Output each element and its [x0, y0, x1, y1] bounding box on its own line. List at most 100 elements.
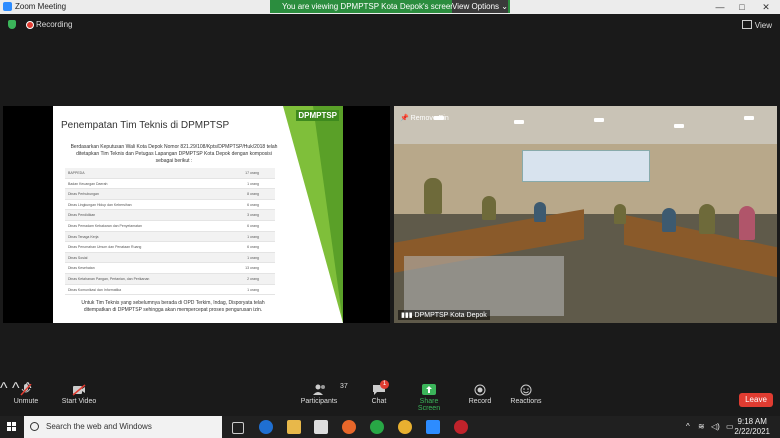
row-value: 8 orang: [247, 192, 259, 197]
unmute-button[interactable]: Unmute: [12, 383, 40, 405]
participants-icon: 37: [312, 383, 348, 395]
record-app-icon[interactable]: [454, 420, 468, 434]
row-value: 6 orang: [247, 223, 259, 228]
whatsapp-icon[interactable]: [370, 420, 384, 434]
zoom-taskbar-icon[interactable]: [426, 420, 440, 434]
wifi-icon[interactable]: ≋: [698, 422, 705, 431]
slide-table: BAPPEDA 17 orang Badan Keuangan Daerah 1 o…: [65, 168, 275, 296]
reactions-label: Reactions: [510, 398, 542, 405]
row-name: Badan Keuangan Daerah: [68, 181, 108, 186]
chat-icon: 1: [372, 380, 389, 395]
table-row: Dinas Komunikasi dan Informatika 1 orang: [65, 285, 275, 296]
slide-green-stripe-dark: [313, 106, 343, 323]
leave-button[interactable]: Leave: [739, 393, 773, 407]
row-name: Dinas Tenaga Kerja: [68, 234, 99, 239]
slide-footer: Untuk Tim Teknis yang sebelumnya berada …: [81, 300, 265, 313]
participants-button[interactable]: 37 Participants: [299, 383, 348, 405]
view-button[interactable]: View: [741, 20, 772, 30]
slide-title: Penempatan Tim Teknis di DPMPTSP: [61, 120, 230, 131]
battery-icon[interactable]: ▭: [726, 422, 734, 431]
participant-person: [739, 206, 755, 240]
meeting-topbar: Recording View: [0, 14, 780, 34]
screen-share-banner: You are viewing DPMPTSP Kota Depok's scr…: [270, 0, 510, 13]
row-name: Dinas Perhubungan: [68, 192, 99, 197]
chat-button[interactable]: 1 Chat: [368, 380, 390, 405]
participant-person: [662, 208, 676, 232]
recording-icon: [26, 21, 34, 29]
start-button[interactable]: [0, 416, 24, 438]
taskbar-search-box[interactable]: Search the web and Windows: [24, 416, 222, 438]
meeting-room-banner: [522, 150, 650, 182]
table-row: Dinas Pendidikan 3 orang: [65, 210, 275, 221]
row-value: 1 orang: [247, 287, 259, 292]
task-view-icon[interactable]: [232, 422, 244, 434]
row-value: 3 orang: [247, 213, 259, 218]
row-name: Dinas Lingkungan Hidup dan Kebersihan: [68, 202, 132, 207]
participant-video-tile[interactable]: 📌 Remove Pin ▮▮▮ DPMPTSP Kota Depok: [394, 106, 777, 323]
row-value: 2 orang: [247, 276, 259, 281]
audio-options-chevron-icon[interactable]: ^: [0, 380, 8, 397]
row-name: Dinas Komunikasi dan Informatika: [68, 287, 122, 292]
shared-screen-tile: DPMPTSP Penempatan Tim Teknis di DPMPTSP…: [3, 106, 390, 323]
signal-icon: ▮▮▮: [401, 312, 413, 319]
remove-pin-button[interactable]: 📌 Remove Pin: [400, 114, 449, 122]
clock-date: 2/22/2021: [734, 427, 770, 436]
ceiling-light: [514, 120, 524, 124]
smiley-icon: [519, 384, 533, 396]
taskbar-clock[interactable]: 9:18 AM 2/22/2021: [734, 417, 770, 437]
tray-chevron-icon[interactable]: ^: [686, 422, 690, 431]
participant-name: DPMPTSP Kota Depok: [414, 312, 487, 319]
microphone-muted-icon: [19, 383, 33, 396]
participant-name-label: ▮▮▮ DPMPTSP Kota Depok: [398, 310, 490, 320]
row-name: Dinas Pendidikan: [68, 213, 96, 218]
close-button[interactable]: ✕: [755, 0, 777, 14]
start-video-button[interactable]: Start Video: [60, 384, 98, 405]
chrome-icon[interactable]: [398, 420, 412, 434]
table-row: Dinas Perumahan Umum dan Penataan Ruang 6…: [65, 242, 275, 253]
zoom-app-icon: [3, 2, 12, 11]
record-icon: [473, 384, 487, 396]
security-shield-icon[interactable]: [8, 20, 16, 29]
meeting-toolbar: Unmute ^ Start Video ^ 37 Participants ^…: [0, 380, 780, 416]
presentation-slide: DPMPTSP Penempatan Tim Teknis di DPMPTSP…: [53, 106, 343, 323]
row-value: 13 orang: [245, 266, 259, 271]
firefox-icon[interactable]: [342, 420, 356, 434]
chairs: [404, 256, 564, 316]
file-explorer-icon[interactable]: [287, 420, 301, 434]
participant-person: [534, 202, 546, 222]
windows-logo-icon: [7, 422, 17, 432]
table-row: Dinas Sosial 1 orang: [65, 252, 275, 264]
table-row: Dinas Tenaga Kerja 1 orang: [65, 231, 275, 243]
table-row: Dinas Perhubungan 8 orang: [65, 189, 275, 200]
record-button[interactable]: Record: [468, 384, 492, 405]
row-value: 1 orang: [247, 255, 259, 260]
video-off-icon: [72, 384, 86, 396]
view-options-button[interactable]: View Options ⌄: [452, 0, 508, 13]
share-screen-label: Share Screen: [417, 398, 441, 412]
participant-person: [699, 204, 715, 234]
row-value: 17 orang: [245, 171, 259, 175]
unmute-label: Unmute: [13, 398, 39, 405]
minimize-button[interactable]: —: [709, 0, 731, 14]
row-name: Dinas Perumahan Umum dan Penataan Ruang: [68, 245, 142, 250]
maximize-button[interactable]: □: [731, 0, 753, 14]
dpmptsp-logo: DPMPTSP: [296, 110, 339, 121]
start-video-label: Start Video: [61, 398, 97, 405]
reactions-button[interactable]: Reactions: [510, 384, 542, 405]
windows-taskbar: Search the web and Windows ^ ≋ ◁) ▭ 9:18…: [0, 416, 780, 438]
row-name: Dinas Kesehatan: [68, 266, 95, 271]
row-value: 6 orang: [247, 202, 259, 207]
table-row: Dinas Lingkungan Hidup dan Kebersihan 6 o…: [65, 200, 275, 211]
volume-icon[interactable]: ◁): [711, 422, 720, 431]
edge-browser-icon[interactable]: [259, 420, 273, 434]
recording-label: Recording: [36, 20, 73, 29]
table-row: BAPPEDA 17 orang: [65, 168, 275, 179]
row-name: BAPPEDA: [68, 171, 85, 175]
participant-person: [614, 204, 626, 224]
screen-share-text: You are viewing DPMPTSP Kota Depok's scr…: [282, 2, 455, 11]
ceiling-light: [744, 116, 754, 120]
share-screen-button[interactable]: Share Screen: [408, 384, 450, 412]
slide-paragraph: Berdasarkan Keputusan Wali Kota Depok No…: [70, 144, 278, 164]
store-icon[interactable]: [314, 420, 328, 434]
video-ceiling: [394, 106, 777, 144]
